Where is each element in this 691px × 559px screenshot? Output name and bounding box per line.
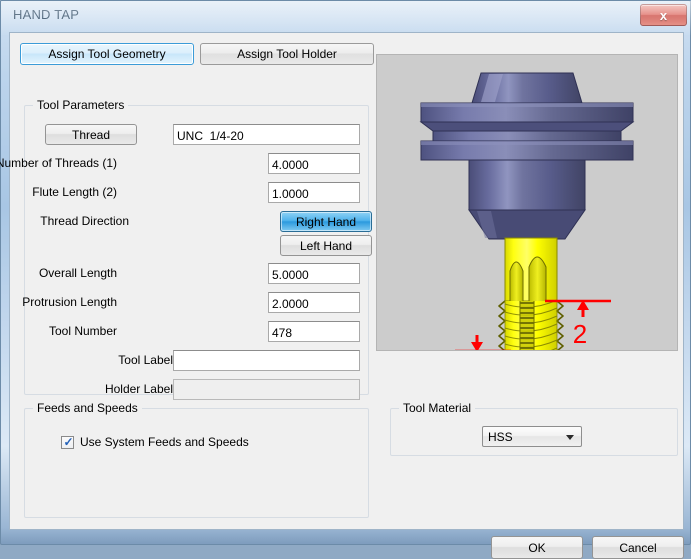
overall-length-label: Overall Length (38, 266, 117, 280)
flute-length-row: Flute Length (2) (25, 182, 370, 204)
ineffective-threads-input[interactable] (268, 153, 360, 174)
left-hand-row: Left Hand (25, 235, 372, 257)
thread-direction-row: Thread Direction Right Hand (25, 211, 372, 233)
tool-parameters-group: Tool Parameters Thread Ineffective Numbe… (0, 98, 372, 400)
protrusion-length-input[interactable] (268, 292, 360, 313)
tab-assign-tool-holder[interactable]: Assign Tool Holder (200, 43, 374, 65)
thread-button[interactable]: Thread (45, 124, 137, 145)
title-bar: HAND TAP x (1, 1, 691, 31)
left-hand-button[interactable]: Left Hand (280, 235, 372, 256)
close-icon: x (659, 7, 668, 23)
overall-length-row: Overall Length (25, 263, 370, 285)
protrusion-length-row: Protrusion Length (22, 292, 370, 314)
use-system-feeds-and-speeds-row[interactable]: ✓ Use System Feeds and Speeds (61, 435, 249, 449)
use-system-feeds-checkbox[interactable]: ✓ (61, 434, 74, 449)
tool-number-label: Tool Number (48, 324, 117, 338)
cancel-button[interactable]: Cancel (592, 536, 684, 559)
flute-length-label: Flute Length (2) (32, 185, 117, 199)
right-hand-button[interactable]: Right Hand (280, 211, 372, 232)
tool-parameters-group-title: Tool Parameters (33, 98, 129, 112)
thread-row: Thread (25, 124, 370, 146)
tool-number-row: Tool Number (25, 321, 370, 343)
left-hand-button-label: Left Hand (299, 238, 353, 253)
tool-number-input[interactable] (268, 321, 360, 342)
feeds-and-speeds-group: Feeds and Speeds ✓ Use System Feeds and … (24, 401, 369, 518)
tab-assign-tool-geometry-label: Assign Tool Geometry (48, 47, 166, 61)
protrusion-length-label: Protrusion Length (22, 295, 117, 309)
right-hand-button-label: Right Hand (295, 214, 357, 229)
ok-button[interactable]: OK (491, 536, 583, 559)
dimension-2-label: 2 (573, 319, 587, 349)
flute-length-input[interactable] (268, 182, 360, 203)
overall-length-input[interactable] (268, 263, 360, 284)
use-system-feeds-label: Use System Feeds and Speeds (80, 435, 249, 449)
window-title: HAND TAP (13, 7, 80, 22)
tab-assign-tool-holder-label: Assign Tool Holder (237, 47, 337, 61)
ineffective-threads-row: Ineffective Number of Threads (1) (0, 153, 370, 175)
tool-material-group: Tool Material HSS (390, 401, 678, 456)
dimension-1-label: 1 (436, 346, 450, 350)
holder-label-row: Holder Label (25, 379, 370, 401)
dialog-client-area: Assign Tool Geometry Assign Tool Holder … (0, 32, 684, 559)
ineffective-threads-label: Ineffective Number of Threads (1) (0, 156, 117, 170)
tool-material-value: HSS (488, 429, 513, 444)
tab-assign-tool-geometry[interactable]: Assign Tool Geometry (20, 43, 194, 65)
checkmark-icon: ✓ (63, 434, 74, 449)
tool-label-input[interactable] (173, 350, 360, 371)
tool-preview-graphic: 2 1 (419, 72, 635, 350)
close-button[interactable]: x (640, 4, 687, 26)
holder-label-input (173, 379, 360, 400)
thread-value-input[interactable] (173, 124, 360, 145)
thread-button-label: Thread (71, 127, 111, 142)
feeds-and-speeds-group-title: Feeds and Speeds (33, 401, 142, 415)
tool-material-group-title: Tool Material (399, 401, 476, 415)
dialog-window: HAND TAP x Assign Tool Geometry Assign T… (0, 0, 691, 559)
tool-preview-panel: 2 1 (376, 54, 678, 351)
tool-label-label: Tool Label (118, 353, 173, 367)
ok-button-label: OK (528, 540, 546, 555)
chevron-down-icon (566, 435, 574, 440)
cancel-button-label: Cancel (619, 540, 657, 555)
tool-label-row: Tool Label (25, 350, 370, 372)
holder-label-label: Holder Label (104, 382, 173, 396)
thread-direction-label: Thread Direction (40, 214, 129, 228)
tool-material-select[interactable]: HSS (482, 426, 582, 447)
